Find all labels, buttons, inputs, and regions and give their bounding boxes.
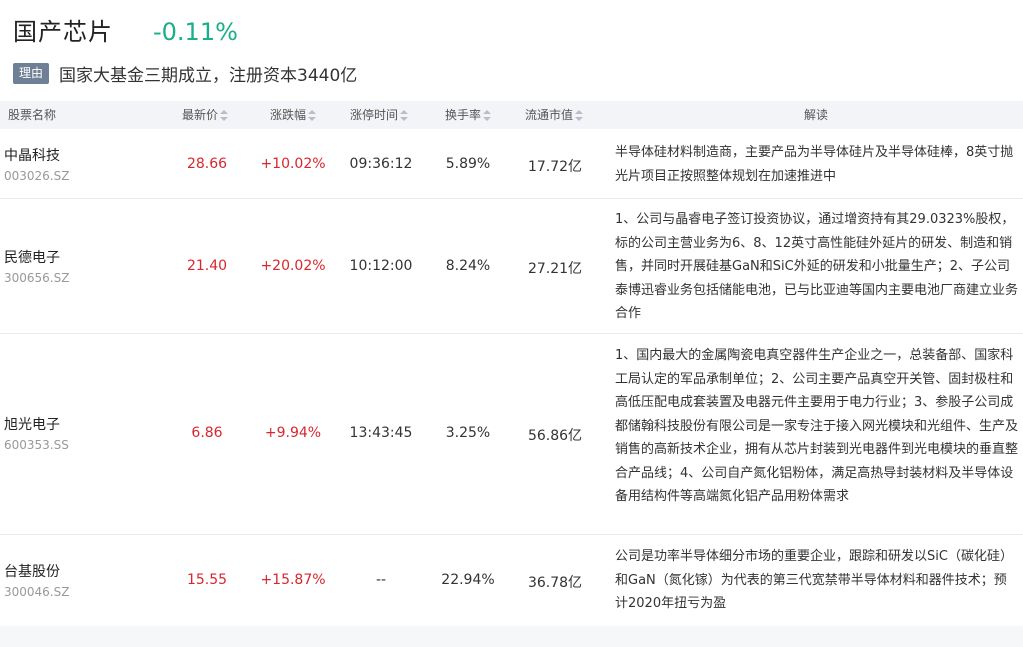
sector-title: 国产芯片	[13, 18, 113, 46]
stock-note: 半导体硅材料制造商，主要产品为半导体硅片及半导体硅棒，8英寸抛光片项目正按照整体…	[615, 145, 1014, 184]
column-header-change[interactable]: 涨跌幅	[270, 101, 317, 129]
table-row[interactable]: 民德电子 300656.SZ 21.40 +20.02% 10:12:00 8.…	[0, 199, 1023, 334]
table-row[interactable]: 旭光电子 600353.SS 6.86 +9.94% 13:43:45 3.25…	[0, 334, 1023, 535]
column-header-market-cap[interactable]: 流通市值	[525, 101, 584, 129]
stock-name[interactable]: 旭光电子	[4, 414, 60, 434]
reason-section: 理由 国家大基金三期成立，注册资本3440亿	[13, 61, 357, 86]
table-footer-band	[0, 626, 1023, 647]
turnover-rate: 8.24%	[445, 258, 491, 274]
turnover-rate: 3.25%	[445, 425, 491, 441]
stock-note: 1、公司与晶睿电子签订投资协议，通过增资持有其29.0323%股权，标的公司主营…	[615, 212, 1019, 321]
stock-price: 21.40	[186, 258, 228, 274]
turnover-rate: 5.89%	[445, 156, 491, 172]
column-header-name: 股票名称	[8, 108, 57, 122]
stock-table: 股票名称 最新价 涨跌幅 涨停时间 换手率 流通市值 解读 中晶科技 00302…	[0, 101, 1023, 625]
stock-name[interactable]: 中晶科技	[4, 145, 60, 165]
stock-code: 300656.SZ	[4, 271, 70, 285]
stock-name[interactable]: 民德电子	[4, 247, 60, 267]
stock-change: +20.02%	[260, 258, 326, 274]
column-header-limit-time[interactable]: 涨停时间	[350, 101, 409, 129]
limit-time: --	[375, 572, 387, 588]
stock-code: 600353.SS	[4, 438, 69, 452]
column-header-note: 解读	[804, 108, 829, 122]
market-cap: 17.72亿	[527, 159, 583, 175]
sort-icon[interactable]	[483, 109, 492, 122]
sort-icon[interactable]	[220, 109, 229, 122]
sort-icon[interactable]	[400, 109, 409, 122]
market-cap: 36.78亿	[527, 575, 583, 591]
limit-time: 13:43:45	[349, 425, 413, 441]
stock-name[interactable]: 台基股份	[4, 561, 60, 581]
sector-header: 国产芯片 -0.11%	[13, 12, 238, 46]
sort-icon[interactable]	[575, 109, 584, 122]
sector-change: -0.11%	[153, 18, 238, 46]
stock-change: +15.87%	[260, 572, 326, 588]
limit-time: 10:12:00	[349, 258, 413, 274]
column-header-market-cap-label: 流通市值	[525, 108, 574, 122]
column-header-turnover-label: 换手率	[445, 108, 482, 122]
table-row[interactable]: 台基股份 300046.SZ 15.55 +15.87% -- 22.94% 3…	[0, 535, 1023, 625]
stock-price: 28.66	[186, 156, 228, 172]
table-header: 股票名称 最新价 涨跌幅 涨停时间 换手率 流通市值 解读	[0, 101, 1023, 129]
column-header-price[interactable]: 最新价	[182, 101, 229, 129]
table-row[interactable]: 中晶科技 003026.SZ 28.66 +10.02% 09:36:12 5.…	[0, 129, 1023, 199]
market-cap: 27.21亿	[527, 261, 583, 277]
column-header-limit-time-label: 涨停时间	[350, 108, 399, 122]
reason-badge: 理由	[13, 63, 50, 84]
limit-time: 09:36:12	[349, 156, 413, 172]
stock-code: 300046.SZ	[4, 585, 70, 599]
turnover-rate: 22.94%	[441, 572, 495, 588]
stock-price: 6.86	[191, 425, 223, 441]
column-header-turnover[interactable]: 换手率	[445, 101, 492, 129]
market-cap: 56.86亿	[527, 428, 583, 444]
stock-note: 1、国内最大的金属陶瓷电真空器件生产企业之一，总装备部、国家科工局认定的军品承制…	[615, 348, 1019, 504]
column-header-price-label: 最新价	[182, 108, 219, 122]
sort-icon[interactable]	[308, 109, 317, 122]
stock-code: 003026.SZ	[4, 169, 70, 183]
stock-change: +10.02%	[260, 156, 326, 172]
stock-change: +9.94%	[264, 425, 322, 441]
reason-text: 国家大基金三期成立，注册资本3440亿	[59, 66, 358, 86]
column-header-change-label: 涨跌幅	[270, 108, 307, 122]
stock-price: 15.55	[186, 572, 228, 588]
stock-note: 公司是功率半导体细分市场的重要企业，跟踪和研发以SiC（碳化硅）和GaN（氮化镓…	[615, 549, 1013, 611]
